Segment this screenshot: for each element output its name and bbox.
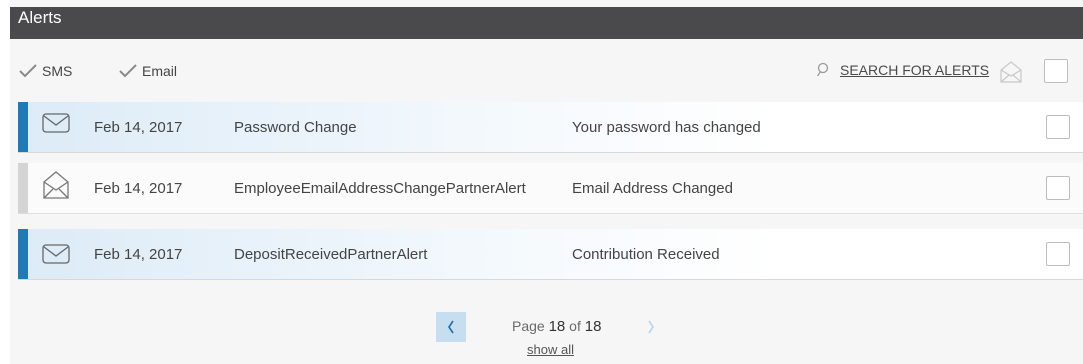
email-filter-label: Email xyxy=(142,63,178,79)
alert-name: Password Change xyxy=(234,118,357,136)
envelope-closed-icon xyxy=(42,113,70,133)
pagination: Page 18 of 18 show all xyxy=(0,312,1083,362)
table-row[interactable]: Feb 14, 2017 DepositReceivedPartnerAlert… xyxy=(18,229,1083,280)
row-select-checkbox[interactable] xyxy=(1046,115,1070,139)
envelope-closed-icon xyxy=(42,244,70,264)
alert-message: Email Address Changed xyxy=(572,179,733,197)
checkmark-icon xyxy=(119,64,137,78)
page-title: Alerts xyxy=(18,8,62,27)
of-label: of xyxy=(569,318,581,334)
row-select-checkbox[interactable] xyxy=(1046,176,1070,200)
select-all-checkbox[interactable] xyxy=(1044,59,1068,83)
sms-filter-label: SMS xyxy=(42,63,73,79)
envelope-open-icon xyxy=(43,171,69,199)
table-row[interactable]: Feb 14, 2017 Password Change Your passwo… xyxy=(18,102,1083,153)
search-for-alerts-label: SEARCH FOR ALERTS xyxy=(840,62,990,78)
page-indicator: Page 18 of 18 xyxy=(512,318,601,335)
alert-message: Contribution Received xyxy=(572,245,720,263)
table-row[interactable]: Feb 14, 2017 EmployeeEmailAddressChangeP… xyxy=(18,163,1083,214)
current-page: 18 xyxy=(548,318,566,335)
mark-read-envelope-icon[interactable] xyxy=(1000,60,1022,84)
search-icon xyxy=(816,62,829,77)
unread-indicator xyxy=(18,229,28,279)
next-page-button[interactable] xyxy=(636,312,666,342)
alert-date: Feb 14, 2017 xyxy=(94,245,183,263)
show-all-link[interactable]: show all xyxy=(527,342,574,357)
previous-page-button[interactable] xyxy=(436,312,466,342)
sms-filter-checkbox[interactable]: SMS xyxy=(18,62,72,80)
unread-indicator xyxy=(18,102,28,152)
search-for-alerts-link[interactable]: SEARCH FOR ALERTS xyxy=(816,62,989,78)
alert-message: Your password has changed xyxy=(572,118,761,136)
read-indicator xyxy=(18,163,28,213)
page-label: Page xyxy=(512,318,545,334)
email-filter-checkbox[interactable]: Email xyxy=(118,62,177,80)
alert-date: Feb 14, 2017 xyxy=(94,179,183,197)
total-pages: 18 xyxy=(584,318,602,335)
checkmark-icon xyxy=(19,64,37,78)
alert-name: EmployeeEmailAddressChangePartnerAlert xyxy=(234,179,526,197)
chevron-right-icon xyxy=(648,320,654,334)
alert-name: DepositReceivedPartnerAlert xyxy=(234,245,428,263)
alerts-header: Alerts xyxy=(10,7,1083,39)
alert-date: Feb 14, 2017 xyxy=(94,118,183,136)
chevron-left-icon xyxy=(448,320,454,334)
row-select-checkbox[interactable] xyxy=(1046,242,1070,266)
filter-bar: SMS Email SEARCH FOR ALERTS xyxy=(10,58,1083,88)
